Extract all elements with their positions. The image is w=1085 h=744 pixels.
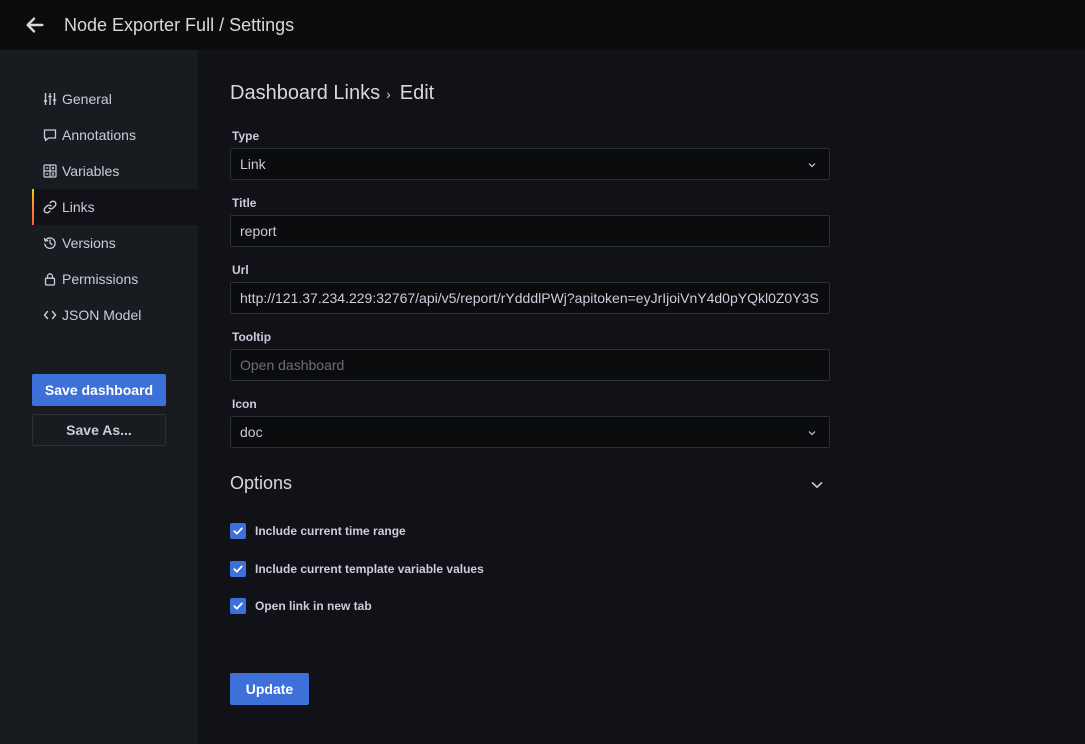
breadcrumb-separator: › bbox=[386, 85, 391, 102]
sidebar-item-label: Variables bbox=[62, 163, 120, 179]
options-title[interactable]: Options bbox=[230, 473, 292, 494]
code-icon bbox=[42, 307, 58, 323]
sidebar-item-links[interactable]: Links bbox=[32, 189, 198, 225]
breadcrumb-current: Edit bbox=[399, 82, 435, 104]
checkbox-label: Include current time range bbox=[255, 524, 406, 538]
sliders-icon bbox=[42, 91, 58, 107]
settings-nav: General Annotations Variables Links Vers… bbox=[0, 81, 198, 333]
calculator-icon bbox=[42, 163, 58, 179]
open-in-new-tab-checkbox[interactable]: Open link in new tab bbox=[230, 598, 372, 614]
include-time-range-checkbox[interactable]: Include current time range bbox=[230, 523, 406, 539]
sidebar-item-label: Permissions bbox=[62, 271, 139, 287]
back-button[interactable] bbox=[17, 7, 53, 43]
sidebar-item-variables[interactable]: Variables bbox=[32, 153, 198, 189]
chevron-down-icon bbox=[808, 431, 816, 436]
chevron-down-icon bbox=[808, 163, 816, 168]
sidebar-item-label: Links bbox=[62, 199, 95, 215]
history-icon bbox=[42, 235, 58, 251]
top-bar: Node Exporter Full / Settings bbox=[0, 0, 1085, 50]
url-input[interactable] bbox=[240, 283, 829, 313]
settings-sidebar: General Annotations Variables Links Vers… bbox=[0, 50, 198, 744]
tooltip-input[interactable] bbox=[240, 350, 829, 380]
sidebar-item-label: Versions bbox=[62, 235, 116, 251]
lock-icon bbox=[42, 271, 58, 287]
sidebar-item-label: JSON Model bbox=[62, 307, 142, 323]
page-title: Node Exporter Full / Settings bbox=[64, 14, 295, 35]
tooltip-label: Tooltip bbox=[232, 330, 272, 344]
icon-label: Icon bbox=[232, 397, 257, 411]
link-icon bbox=[42, 199, 58, 215]
checkbox-checked[interactable] bbox=[230, 523, 246, 539]
check-icon bbox=[233, 565, 243, 573]
sidebar-item-label: General bbox=[62, 91, 112, 107]
checkbox-checked[interactable] bbox=[230, 598, 246, 614]
icon-select-value: doc bbox=[240, 424, 263, 440]
sidebar-item-json-model[interactable]: JSON Model bbox=[32, 297, 198, 333]
breadcrumb-section[interactable]: Dashboard Links bbox=[230, 82, 380, 105]
url-field bbox=[230, 282, 830, 314]
sidebar-item-general[interactable]: General bbox=[32, 81, 198, 117]
url-label: Url bbox=[232, 263, 249, 277]
title-label: Title bbox=[232, 196, 257, 210]
icon-select[interactable]: doc bbox=[230, 416, 830, 448]
type-select-value: Link bbox=[240, 156, 266, 172]
chevron-down-icon[interactable] bbox=[810, 478, 824, 492]
check-icon bbox=[233, 602, 243, 610]
type-select[interactable]: Link bbox=[230, 148, 830, 180]
comment-icon bbox=[42, 127, 58, 143]
checkbox-checked[interactable] bbox=[230, 561, 246, 577]
checkbox-label: Include current template variable values bbox=[255, 562, 484, 576]
save-dashboard-button[interactable]: Save dashboard bbox=[32, 374, 166, 406]
sidebar-item-permissions[interactable]: Permissions bbox=[32, 261, 198, 297]
include-template-variables-checkbox[interactable]: Include current template variable values bbox=[230, 561, 484, 577]
breadcrumb: Dashboard Links › Edit bbox=[230, 82, 434, 105]
checkbox-label: Open link in new tab bbox=[255, 599, 372, 613]
update-button[interactable]: Update bbox=[230, 673, 309, 705]
sidebar-item-versions[interactable]: Versions bbox=[32, 225, 198, 261]
title-input[interactable] bbox=[240, 216, 829, 246]
sidebar-item-label: Annotations bbox=[62, 127, 136, 143]
main-content: Dashboard Links › Edit Type Link Title U… bbox=[198, 50, 1085, 744]
save-as-button[interactable]: Save As... bbox=[32, 414, 166, 446]
arrow-left-icon bbox=[26, 17, 44, 33]
sidebar-item-annotations[interactable]: Annotations bbox=[32, 117, 198, 153]
tooltip-field bbox=[230, 349, 830, 381]
check-icon bbox=[233, 527, 243, 535]
type-label: Type bbox=[232, 129, 260, 143]
title-field bbox=[230, 215, 830, 247]
